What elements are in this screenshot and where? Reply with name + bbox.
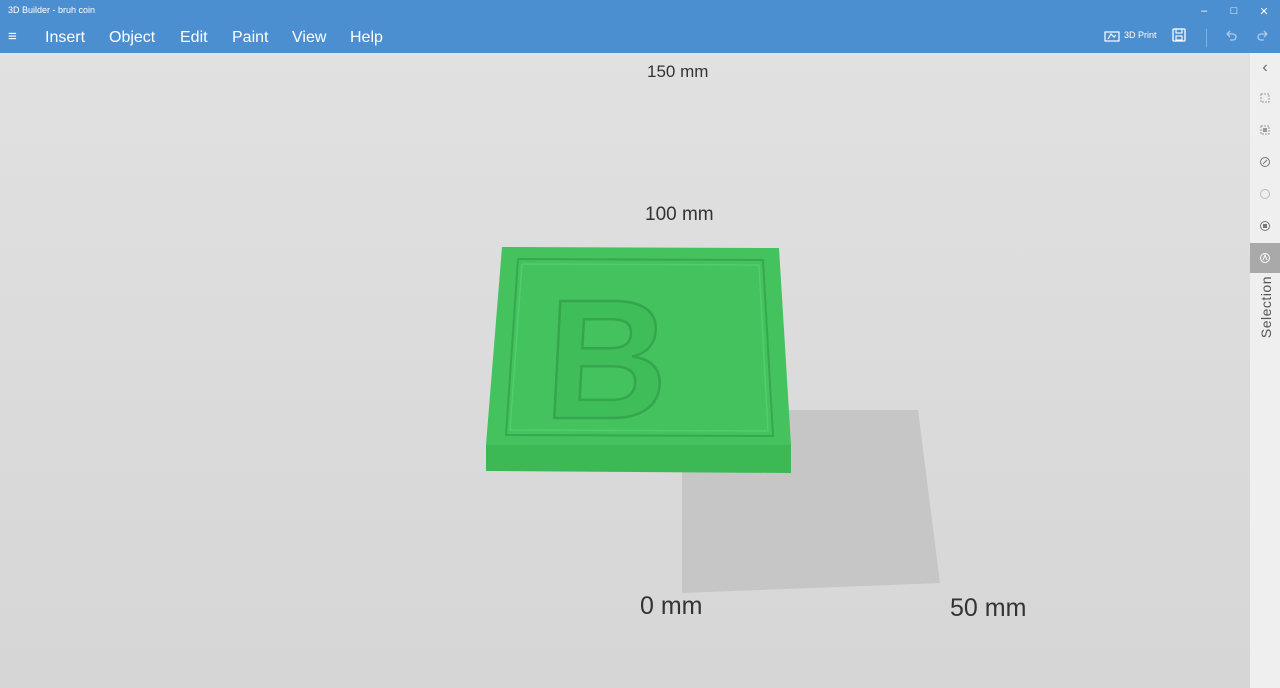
undo-icon <box>1226 30 1237 41</box>
collapse-panel-button[interactable]: ‹ <box>1250 53 1280 83</box>
menu-object[interactable]: Object <box>109 29 155 47</box>
selection-mode-button[interactable] <box>1250 243 1280 273</box>
printer-icon <box>1104 31 1120 42</box>
selection-panel-label[interactable]: Selection <box>1258 276 1274 338</box>
label-150mm: 150 mm <box>647 62 709 81</box>
scale-icon[interactable] <box>1250 211 1280 241</box>
menu-insert[interactable]: Insert <box>45 29 85 47</box>
toolbar-divider <box>1206 29 1207 47</box>
hamburger-menu-icon[interactable]: ≡ <box>8 29 22 45</box>
menu-help[interactable]: Help <box>350 29 383 47</box>
move-icon[interactable] <box>1250 147 1280 177</box>
menu-paint[interactable]: Paint <box>232 29 268 47</box>
menu-bar: ≡ Insert Object Edit Paint View Help 3D … <box>0 22 1280 53</box>
minimize-button[interactable]: – <box>1189 0 1219 22</box>
title-bar: 3D Builder - bruh coin – □ ✕ <box>0 0 1280 22</box>
save-icon <box>1172 28 1186 42</box>
window-title: 3D Builder - bruh coin <box>8 5 96 15</box>
scene: B <box>486 247 940 593</box>
3d-print-label: 3D Print <box>1124 30 1157 40</box>
redo-button[interactable] <box>1256 28 1270 42</box>
restore-button[interactable]: □ <box>1219 0 1249 22</box>
label-0mm: 0 mm <box>640 592 703 620</box>
save-button[interactable] <box>1172 28 1186 42</box>
3d-print-button[interactable]: 3D Print <box>1104 28 1157 42</box>
label-100mm: 100 mm <box>645 204 714 225</box>
menu-edit[interactable]: Edit <box>180 29 208 47</box>
side-panel: ‹ <box>1250 53 1280 688</box>
label-50mm: 50 mm <box>950 594 1027 622</box>
select-all-icon[interactable] <box>1250 115 1280 145</box>
redo-icon <box>1257 30 1268 41</box>
coin-letter: B <box>541 265 674 455</box>
selection-icon <box>1260 253 1270 263</box>
3d-viewport[interactable]: B 150 mm 100 mm 0 mm 50 mm <box>0 53 1250 688</box>
close-button[interactable]: ✕ <box>1249 0 1279 22</box>
undo-button[interactable] <box>1224 28 1238 42</box>
menu-view[interactable]: View <box>292 29 326 47</box>
select-object-icon[interactable] <box>1250 83 1280 113</box>
rotate-icon[interactable] <box>1250 179 1280 209</box>
